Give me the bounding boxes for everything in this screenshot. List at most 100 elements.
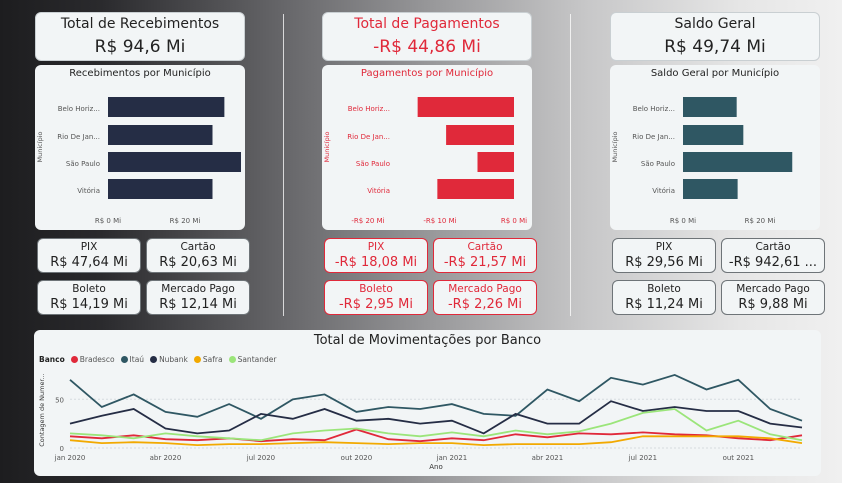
saldo-bar-chart[interactable]: Saldo Geral por Município Município Belo …	[610, 65, 820, 230]
category-label: Rio De Jan...	[347, 133, 390, 141]
tick-label: R$ 0 Mi	[670, 217, 696, 225]
card-value: R$ 12,14 Mi	[159, 296, 237, 312]
mercado-pago-card[interactable]: Mercado Pago R$ 9,88 Mi	[721, 280, 825, 315]
total-recebimentos-card[interactable]: Total de Recebimentos R$ 94,6 Mi	[35, 12, 245, 61]
tick-label: R$ 20 Mi	[170, 217, 201, 225]
mercado-pago-card[interactable]: Mercado Pago R$ 12,14 Mi	[146, 280, 250, 315]
card-label: Boleto	[359, 283, 393, 295]
bar[interactable]	[108, 179, 213, 199]
category-label: Vitória	[367, 187, 390, 195]
kpi-title: Total de Recebimentos	[60, 16, 220, 32]
category-label: Rio De Jan...	[57, 133, 100, 141]
cartao-card[interactable]: Cartão -R$ 942,61 ...	[721, 238, 825, 273]
x-tick-label: jan 2020	[54, 454, 86, 462]
category-label: Belo Horiz...	[633, 105, 675, 113]
card-label: Boleto	[72, 283, 106, 295]
axis-title: Município	[611, 132, 619, 163]
category-label: São Paulo	[356, 160, 390, 168]
recebimentos-bar-chart[interactable]: Recebimentos por Município Município Belo…	[35, 65, 245, 230]
card-label: Cartão	[467, 241, 503, 253]
category-label: Belo Horiz...	[58, 105, 100, 113]
y-axis-title: Contagem de Numer...	[38, 373, 46, 446]
kpi-value: R$ 94,6 Mi	[94, 37, 186, 57]
bar[interactable]	[108, 125, 213, 145]
card-label: Cartão	[180, 241, 216, 253]
card-value: R$ 47,64 Mi	[50, 254, 128, 270]
bar[interactable]	[683, 97, 737, 117]
kpi-title: Saldo Geral	[674, 16, 756, 32]
category-label: Vitória	[652, 187, 675, 195]
x-tick-label: out 2020	[341, 454, 373, 462]
bar-chart-svg: Município Belo Horiz... Rio De Jan... São P…	[36, 97, 241, 225]
cartao-card[interactable]: Cartão -R$ 21,57 Mi	[433, 238, 537, 273]
card-label: Boleto	[647, 283, 681, 295]
category-label: São Paulo	[66, 160, 100, 168]
card-value: -R$ 2,95 Mi	[338, 296, 414, 312]
bar[interactable]	[683, 179, 738, 199]
card-value: R$ 29,56 Mi	[625, 254, 703, 270]
bar[interactable]	[108, 152, 241, 172]
column-divider	[283, 14, 284, 316]
series-line-safra[interactable]	[69, 435, 803, 447]
x-tick-label: jan 2021	[436, 454, 468, 462]
axis-title: Município	[323, 132, 331, 163]
pix-card[interactable]: PIX -R$ 18,08 Mi	[324, 238, 428, 273]
bar[interactable]	[417, 97, 514, 117]
bar[interactable]	[437, 179, 514, 199]
saldo-geral-card[interactable]: Saldo Geral R$ 49,74 Mi	[610, 12, 820, 61]
y-tick-label: 50	[55, 396, 64, 404]
x-tick-label: abr 2020	[150, 454, 182, 462]
card-value: R$ 9,88 Mi	[738, 296, 808, 312]
bar[interactable]	[683, 152, 793, 172]
x-tick-label: abr 2021	[532, 454, 564, 462]
card-label: Cartão	[755, 241, 791, 253]
bar-chart-svg: Município Belo Horiz... Rio De Jan... São P…	[611, 97, 793, 225]
boleto-card[interactable]: Boleto -R$ 2,95 Mi	[324, 280, 428, 315]
movimentacoes-line-chart[interactable]: Total de Movimentações por Banco Banco B…	[34, 330, 821, 476]
card-label: Mercado Pago	[161, 283, 235, 295]
bar[interactable]	[477, 152, 515, 172]
x-tick-label: out 2021	[723, 454, 755, 462]
bar[interactable]	[683, 125, 744, 145]
tick-label: -R$ 10 Mi	[423, 217, 456, 225]
total-pagamentos-card[interactable]: Total de Pagamentos -R$ 44,86 Mi	[322, 12, 532, 61]
pagamentos-bar-chart[interactable]: Pagamentos por Município Município Belo H…	[322, 65, 532, 230]
series-line-itaú[interactable]	[69, 373, 803, 422]
card-value: R$ 20,63 Mi	[159, 254, 237, 270]
tick-label: -R$ 20 Mi	[351, 217, 384, 225]
card-value: R$ 14,19 Mi	[50, 296, 128, 312]
card-value: R$ 11,24 Mi	[625, 296, 703, 312]
boleto-card[interactable]: Boleto R$ 14,19 Mi	[37, 280, 141, 315]
pix-card[interactable]: PIX R$ 47,64 Mi	[37, 238, 141, 273]
category-label: Belo Horiz...	[348, 105, 390, 113]
x-tick-label: jul 2020	[246, 454, 275, 462]
card-value: -R$ 18,08 Mi	[334, 254, 418, 270]
boleto-card[interactable]: Boleto R$ 11,24 Mi	[612, 280, 716, 315]
card-label: PIX	[655, 241, 673, 253]
axis-title: Município	[36, 132, 44, 163]
category-label: Rio De Jan...	[632, 133, 675, 141]
category-label: São Paulo	[641, 160, 675, 168]
card-label: PIX	[80, 241, 98, 253]
bar[interactable]	[108, 97, 225, 117]
mercado-pago-card[interactable]: Mercado Pago -R$ 2,26 Mi	[433, 280, 537, 315]
card-label: PIX	[367, 241, 385, 253]
line-chart-svg: 0 50 Contagem de Numer... jan 2020 abr 2020 j…	[38, 373, 803, 471]
y-tick-label: 0	[60, 445, 64, 453]
x-axis-title: Ano	[429, 463, 443, 471]
tick-label: R$ 0 Mi	[501, 217, 527, 225]
bar[interactable]	[446, 125, 514, 145]
tick-label: R$ 20 Mi	[745, 217, 776, 225]
kpi-value: R$ 49,74 Mi	[664, 37, 766, 57]
column-divider	[570, 14, 571, 316]
card-value: -R$ 21,57 Mi	[443, 254, 527, 270]
tick-label: R$ 0 Mi	[95, 217, 121, 225]
card-value: -R$ 942,61 ...	[728, 254, 818, 270]
card-value: -R$ 2,26 Mi	[447, 296, 523, 312]
bar-chart-svg: Município Belo Horiz... Rio De Jan... São P…	[323, 97, 527, 225]
kpi-value: -R$ 44,86 Mi	[373, 37, 481, 57]
cartao-card[interactable]: Cartão R$ 20,63 Mi	[146, 238, 250, 273]
pix-card[interactable]: PIX R$ 29,56 Mi	[612, 238, 716, 273]
card-label: Mercado Pago	[448, 283, 522, 295]
category-label: Vitória	[77, 187, 100, 195]
